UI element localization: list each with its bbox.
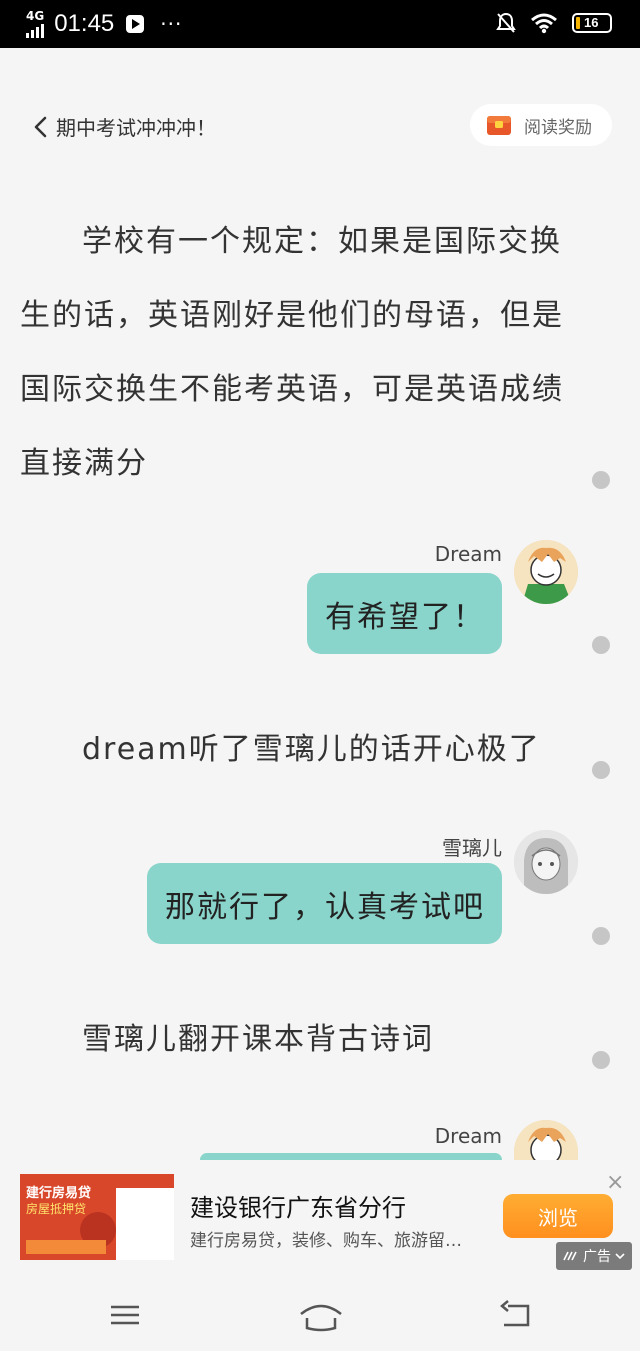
- comment-dot[interactable]: [592, 471, 610, 489]
- menu-icon[interactable]: [106, 1298, 146, 1332]
- mute-bell-icon: [496, 12, 516, 33]
- clock: 01:45: [54, 10, 115, 37]
- home-icon[interactable]: [298, 1298, 344, 1332]
- comment-dot[interactable]: [592, 761, 610, 779]
- video-app-icon: [126, 15, 145, 33]
- ad-label[interactable]: 广告: [556, 1242, 632, 1270]
- story-paragraph: 学校有一个规定：如果是国际交换生的话，英语刚好是他们的母语，但是国际交换生不能考…: [20, 224, 564, 481]
- comment-dot[interactable]: [592, 1051, 610, 1069]
- dream-avatar[interactable]: [514, 540, 578, 604]
- chat-bubble: 有希望了！: [307, 573, 502, 654]
- battery-level: 16: [584, 15, 599, 30]
- xueli-avatar[interactable]: [514, 830, 578, 894]
- speaker-name: Dream: [434, 542, 502, 566]
- chat-message: 有希望了！: [325, 599, 485, 635]
- dream-avatar[interactable]: [514, 1120, 578, 1160]
- ad-image[interactable]: 建行房易贷 房屋抵押贷: [20, 1174, 174, 1260]
- more-notifications-icon: ···: [160, 12, 183, 36]
- reading-reward-button[interactable]: 阅读奖励: [470, 104, 612, 146]
- chat-bubble: [200, 1153, 502, 1160]
- ad-banner[interactable]: 建行房易贷 房屋抵押贷 建设银行广东省分行 建行房易贷，装修、购车、旅游留… 浏…: [0, 1160, 640, 1270]
- comment-dot[interactable]: [592, 927, 610, 945]
- avatar-image: [514, 1120, 578, 1160]
- narration-line: 雪璃儿翻开课本背古诗词: [82, 1022, 434, 1057]
- avatar-image: [514, 830, 578, 894]
- back-button[interactable]: 期中考试冲冲冲！: [32, 112, 216, 141]
- reading-reward-label: 阅读奖励: [524, 117, 592, 138]
- chat-bubble: 那就行了，认真考试吧: [147, 863, 502, 944]
- story-title: 期中考试冲冲冲！: [56, 116, 216, 140]
- chevron-down-icon: [615, 1253, 625, 1260]
- wifi-icon: [531, 13, 557, 34]
- ad-browse-button[interactable]: 浏览: [503, 1194, 613, 1238]
- ad-subtitle[interactable]: 建行房易贷，装修、购车、旅游留…: [190, 1226, 462, 1251]
- speaker-name: Dream: [434, 1124, 502, 1148]
- system-nav-bar: [0, 1280, 640, 1351]
- ad-title[interactable]: 建设银行广东省分行: [190, 1188, 406, 1223]
- close-icon[interactable]: ×: [606, 1170, 624, 1195]
- ad-logo-icon: [563, 1251, 577, 1261]
- comment-dot[interactable]: [592, 636, 610, 654]
- status-bar: 4G 01:45 ··· 16: [0, 0, 640, 48]
- signal-icon: 4G: [26, 10, 44, 38]
- narration-line: dream听了雪璃儿的话开心极了: [82, 732, 541, 767]
- chat-message: 那就行了，认真考试吧: [165, 889, 485, 925]
- chevron-left-icon: [34, 116, 47, 137]
- battery-icon: 16: [572, 13, 612, 33]
- avatar-image: [514, 540, 578, 604]
- ad-image-text: 房屋抵押贷: [26, 1202, 87, 1216]
- speaker-name: 雪璃儿: [442, 836, 502, 860]
- ad-image-text: 建行房易贷: [26, 1186, 92, 1201]
- back-nav-icon[interactable]: [498, 1298, 538, 1332]
- network-type: 4G: [26, 9, 45, 23]
- ad-tag-text: 广告: [583, 1249, 611, 1265]
- treasure-chest-icon: [487, 116, 511, 135]
